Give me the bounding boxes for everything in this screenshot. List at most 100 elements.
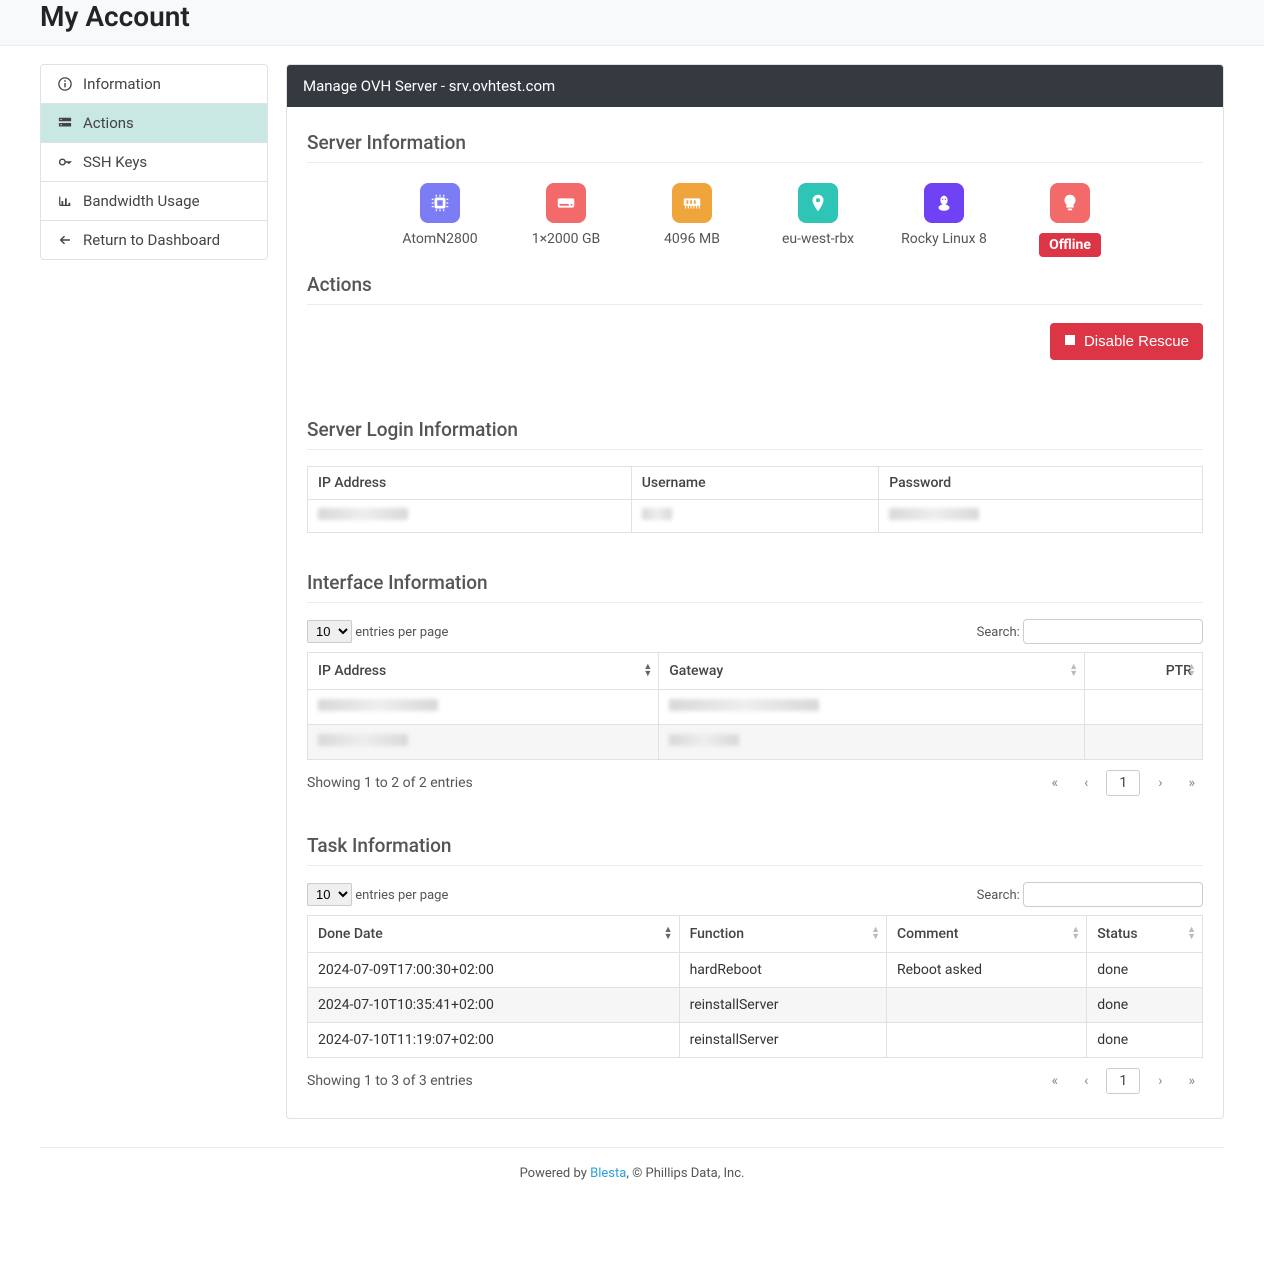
disable-rescue-button[interactable]: Disable Rescue: [1050, 323, 1203, 360]
cell-status: done: [1087, 953, 1203, 988]
page-first[interactable]: «: [1044, 771, 1067, 795]
interface-col-ptr[interactable]: PTR▲▼: [1085, 653, 1203, 690]
redacted-value: [889, 508, 979, 520]
sidebar-item-return-dashboard[interactable]: Return to Dashboard: [41, 221, 267, 259]
divider: [307, 162, 1203, 163]
task-col-status[interactable]: Status▲▼: [1087, 916, 1203, 953]
table-row: 2024-07-09T17:00:30+02:00 hardReboot Reb…: [308, 953, 1203, 988]
interface-table: IP Address▲▼ Gateway▲▼ PTR▲▼: [307, 652, 1203, 760]
interface-search-input[interactable]: [1023, 619, 1203, 644]
panel-header: Manage OVH Server - srv.ovhtest.com: [287, 65, 1223, 107]
login-table: IP Address Username Password: [307, 466, 1203, 533]
server-icon: [57, 116, 73, 130]
storage-icon: [546, 183, 586, 223]
table-row: 2024-07-10T10:35:41+02:00 reinstallServe…: [308, 988, 1203, 1023]
page-next[interactable]: ›: [1150, 1069, 1170, 1093]
spec-row: AtomN2800 1×2000 GB 4096 MB: [307, 179, 1203, 265]
page-current[interactable]: 1: [1106, 1068, 1140, 1094]
task-search-input[interactable]: [1023, 882, 1203, 907]
task-pagination: « ‹ 1 › »: [1044, 1068, 1203, 1094]
task-info-title: Task Information: [307, 834, 1203, 857]
redacted-value: [669, 734, 739, 746]
sort-icon: ▲▼: [1071, 927, 1080, 941]
page-current[interactable]: 1: [1106, 770, 1140, 796]
sidebar-item-bandwidth[interactable]: Bandwidth Usage: [41, 182, 267, 221]
arrow-left-icon: [57, 233, 73, 247]
page-prev[interactable]: ‹: [1076, 771, 1096, 795]
cell-done: 2024-07-09T17:00:30+02:00: [308, 953, 680, 988]
search-label: Search:: [977, 625, 1020, 640]
page-last[interactable]: »: [1180, 771, 1203, 795]
redacted-value: [318, 699, 438, 711]
task-col-done[interactable]: Done Date▲▼: [308, 916, 680, 953]
entries-per-page-label: entries per page: [355, 888, 448, 903]
actions-title: Actions: [307, 273, 1203, 296]
key-icon: [57, 155, 73, 169]
footer-vendor-link[interactable]: Blesta: [590, 1166, 626, 1181]
login-cell-user: [631, 500, 879, 533]
cpu-icon: [420, 183, 460, 223]
interface-info-title: Interface Information: [307, 571, 1203, 594]
sort-icon: ▲▼: [643, 664, 652, 678]
cell-comment: [886, 1023, 1086, 1058]
footer-powered-by: Powered by: [520, 1166, 591, 1181]
memory-icon: [672, 183, 712, 223]
divider: [307, 304, 1203, 305]
spec-os-label: Rocky Linux 8: [901, 231, 987, 248]
cell-function: reinstallServer: [679, 988, 886, 1023]
spec-storage: 1×2000 GB: [523, 183, 609, 257]
cell-status: done: [1087, 988, 1203, 1023]
disable-rescue-label: Disable Rescue: [1084, 333, 1189, 350]
table-row: 2024-07-10T11:19:07+02:00 reinstallServe…: [308, 1023, 1203, 1058]
login-col-ip: IP Address: [308, 467, 632, 500]
spec-status: Offline: [1027, 183, 1113, 257]
sidebar-item-label: Actions: [83, 114, 134, 132]
login-col-user: Username: [631, 467, 879, 500]
redacted-value: [642, 508, 672, 520]
sort-icon: ▲▼: [1069, 664, 1078, 678]
page-prev[interactable]: ‹: [1076, 1069, 1096, 1093]
login-cell-pass: [879, 500, 1203, 533]
divider: [307, 602, 1203, 603]
interface-col-gateway[interactable]: Gateway▲▼: [659, 653, 1085, 690]
login-col-pass: Password: [879, 467, 1203, 500]
entries-per-page-label: entries per page: [355, 625, 448, 640]
cell-comment: [886, 988, 1086, 1023]
sidebar-item-actions[interactable]: Actions: [41, 104, 267, 143]
divider: [307, 865, 1203, 866]
login-info-title: Server Login Information: [307, 418, 1203, 441]
spec-memory-label: 4096 MB: [664, 231, 720, 248]
cell-done: 2024-07-10T10:35:41+02:00: [308, 988, 680, 1023]
task-col-comment[interactable]: Comment▲▼: [886, 916, 1086, 953]
interface-page-size[interactable]: 10: [307, 620, 352, 643]
task-page-size[interactable]: 10: [307, 883, 352, 906]
info-icon: [57, 77, 73, 91]
divider: [307, 449, 1203, 450]
page-next[interactable]: ›: [1150, 771, 1170, 795]
table-row: [308, 725, 1203, 760]
footer: Powered by Blesta, © Phillips Data, Inc.: [40, 1147, 1224, 1181]
footer-tail: , © Phillips Data, Inc.: [626, 1166, 744, 1181]
spec-memory: 4096 MB: [649, 183, 735, 257]
redacted-value: [318, 734, 408, 746]
server-information-title: Server Information: [307, 131, 1203, 154]
redacted-value: [669, 699, 819, 711]
spec-cpu-label: AtomN2800: [402, 231, 477, 248]
interface-pagination: « ‹ 1 › »: [1044, 770, 1203, 796]
interface-col-ip[interactable]: IP Address▲▼: [308, 653, 659, 690]
task-col-function[interactable]: Function▲▼: [679, 916, 886, 953]
sidebar-item-label: SSH Keys: [83, 153, 147, 171]
stop-icon: [1064, 333, 1076, 350]
interface-showing: Showing 1 to 2 of 2 entries: [307, 775, 473, 791]
sort-icon: ▲▼: [871, 927, 880, 941]
task-showing: Showing 1 to 3 of 3 entries: [307, 1073, 473, 1089]
spec-os: Rocky Linux 8: [901, 183, 987, 257]
page-last[interactable]: »: [1180, 1069, 1203, 1093]
cell-function: reinstallServer: [679, 1023, 886, 1058]
spec-cpu: AtomN2800: [397, 183, 483, 257]
sidebar-item-information[interactable]: Information: [41, 65, 267, 104]
status-badge: Offline: [1039, 233, 1101, 257]
sort-icon: ▲▼: [664, 927, 673, 941]
page-first[interactable]: «: [1044, 1069, 1067, 1093]
sidebar-item-ssh-keys[interactable]: SSH Keys: [41, 143, 267, 182]
